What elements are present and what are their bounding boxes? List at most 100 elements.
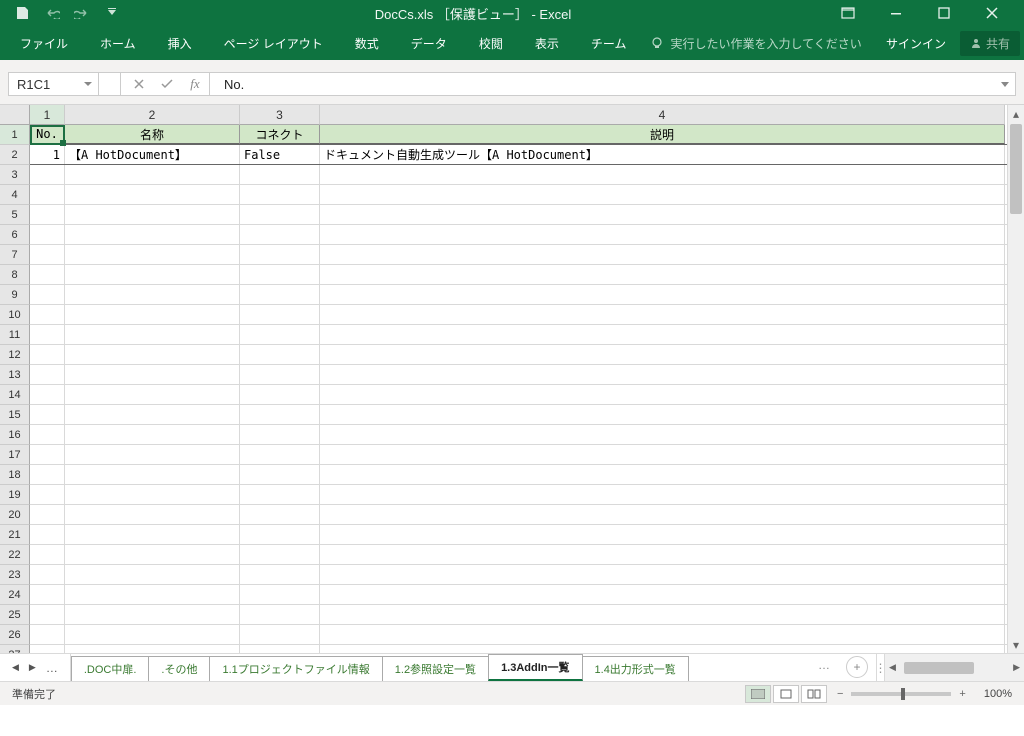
row-header[interactable]: 22	[0, 545, 30, 565]
cell[interactable]	[30, 585, 65, 604]
cell[interactable]	[320, 605, 1005, 624]
cell[interactable]: False	[240, 145, 320, 164]
cell[interactable]	[320, 625, 1005, 644]
sheet-tab[interactable]: 1.1プロジェクトファイル情報	[209, 656, 382, 681]
cell[interactable]: コネクト	[240, 125, 320, 144]
tell-me[interactable]: 実行したい作業を入力してください	[650, 35, 861, 52]
cell[interactable]	[240, 365, 320, 384]
cell[interactable]	[65, 265, 240, 284]
close-icon[interactable]	[970, 0, 1014, 26]
cell[interactable]	[65, 485, 240, 504]
row-header[interactable]: 7	[0, 245, 30, 265]
cell[interactable]	[30, 445, 65, 464]
save-icon[interactable]	[14, 5, 30, 21]
row-header[interactable]: 23	[0, 565, 30, 585]
cell[interactable]	[65, 625, 240, 644]
row-header[interactable]: 14	[0, 385, 30, 405]
cell[interactable]	[65, 585, 240, 604]
sheet-tab[interactable]: 1.3AddIn一覧	[488, 654, 582, 681]
cell[interactable]	[30, 165, 65, 184]
scroll-thumb-horizontal[interactable]	[904, 662, 974, 674]
cell[interactable]	[320, 325, 1005, 344]
cell[interactable]: 【A HotDocument】	[65, 145, 240, 164]
cell[interactable]	[30, 505, 65, 524]
cell[interactable]	[320, 345, 1005, 364]
cell[interactable]	[320, 185, 1005, 204]
cell[interactable]	[320, 365, 1005, 384]
cell[interactable]	[30, 225, 65, 244]
cell[interactable]	[65, 405, 240, 424]
row-header[interactable]: 5	[0, 205, 30, 225]
cell[interactable]	[30, 245, 65, 264]
cell[interactable]	[65, 285, 240, 304]
zoom-in-icon[interactable]: +	[959, 688, 965, 700]
cell[interactable]	[320, 245, 1005, 264]
cell[interactable]	[320, 205, 1005, 224]
view-normal-icon[interactable]	[745, 685, 771, 703]
row-header[interactable]: 17	[0, 445, 30, 465]
view-pagelayout-icon[interactable]	[773, 685, 799, 703]
row-header[interactable]: 19	[0, 485, 30, 505]
cell[interactable]	[320, 385, 1005, 404]
cell[interactable]	[320, 445, 1005, 464]
cell[interactable]	[65, 365, 240, 384]
new-sheet-icon[interactable]: +	[846, 656, 868, 678]
row-header[interactable]: 11	[0, 325, 30, 345]
cell[interactable]	[65, 385, 240, 404]
cell[interactable]	[65, 165, 240, 184]
cell[interactable]: 名称	[65, 125, 240, 144]
row-header[interactable]: 26	[0, 625, 30, 645]
name-box[interactable]: R1C1	[9, 73, 99, 95]
cell[interactable]	[30, 565, 65, 584]
column-header[interactable]: 3	[240, 105, 320, 125]
sheet-nav-more[interactable]: …	[46, 661, 58, 675]
formula-expand-icon[interactable]	[995, 79, 1015, 89]
row-header[interactable]: 16	[0, 425, 30, 445]
scroll-left-icon[interactable]: ◀	[885, 662, 900, 673]
cell[interactable]	[65, 345, 240, 364]
scroll-down-icon[interactable]: ▾	[1008, 636, 1024, 653]
maximize-icon[interactable]	[922, 0, 966, 26]
row-header[interactable]: 13	[0, 365, 30, 385]
row-header[interactable]: 15	[0, 405, 30, 425]
cell[interactable]	[240, 465, 320, 484]
cell[interactable]	[240, 185, 320, 204]
scroll-thumb-vertical[interactable]	[1010, 124, 1022, 214]
cell[interactable]	[65, 605, 240, 624]
cell[interactable]	[320, 505, 1005, 524]
horizontal-scrollbar[interactable]: ◀ ▶	[884, 654, 1024, 681]
cell[interactable]: 説明	[320, 125, 1005, 144]
cell[interactable]	[320, 265, 1005, 284]
tab-formulas[interactable]: 数式	[339, 26, 395, 60]
row-header[interactable]: 1	[0, 125, 30, 145]
cell[interactable]: 1	[30, 145, 65, 164]
sheet-nav-next-icon[interactable]: ▶	[29, 662, 36, 673]
cell[interactable]	[30, 325, 65, 344]
cell[interactable]	[240, 445, 320, 464]
row-header[interactable]: 3	[0, 165, 30, 185]
column-header[interactable]: 4	[320, 105, 1005, 125]
cell[interactable]	[30, 645, 65, 653]
cell[interactable]	[65, 225, 240, 244]
sheet-tab[interactable]: .その他	[148, 656, 210, 681]
share-button[interactable]: 共有	[960, 31, 1020, 56]
zoom-slider[interactable]	[851, 692, 951, 696]
cell[interactable]	[240, 225, 320, 244]
cell[interactable]	[240, 585, 320, 604]
cell[interactable]	[320, 405, 1005, 424]
row-header[interactable]: 9	[0, 285, 30, 305]
cell[interactable]	[320, 485, 1005, 504]
row-header[interactable]: 25	[0, 605, 30, 625]
tab-insert[interactable]: 挿入	[152, 26, 208, 60]
tab-pagelayout[interactable]: ページ レイアウト	[208, 26, 339, 60]
scroll-right-icon[interactable]: ▶	[1009, 662, 1024, 673]
column-header[interactable]: 1	[30, 105, 65, 125]
zoom-label[interactable]: 100%	[984, 688, 1012, 700]
tab-data[interactable]: データ	[395, 26, 463, 60]
row-header[interactable]: 2	[0, 145, 30, 165]
cell[interactable]	[320, 565, 1005, 584]
row-header[interactable]: 10	[0, 305, 30, 325]
cell[interactable]	[65, 645, 240, 653]
cell[interactable]	[65, 525, 240, 544]
cell[interactable]	[65, 205, 240, 224]
